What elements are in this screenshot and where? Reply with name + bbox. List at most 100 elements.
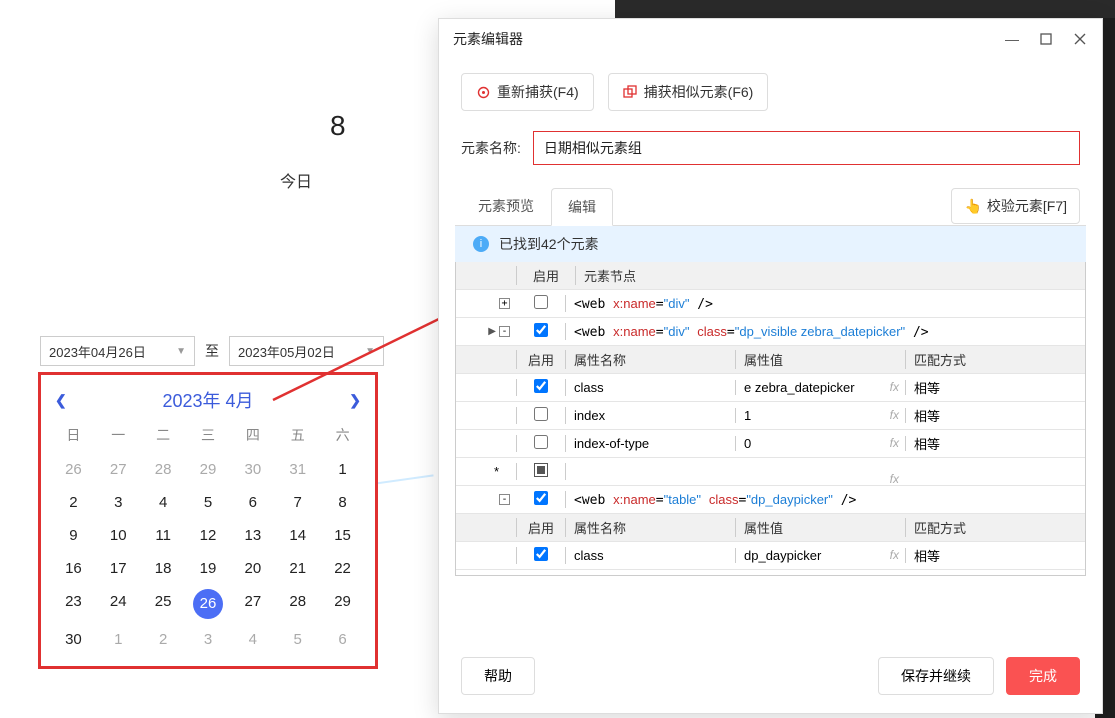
- caret-down-icon: ▼: [365, 346, 375, 357]
- expander-icon[interactable]: +: [499, 298, 510, 309]
- fx-icon[interactable]: fx: [890, 472, 899, 486]
- maximize-button[interactable]: [1038, 31, 1054, 47]
- attr-row[interactable]: classe zebra_datepickerfx相等: [456, 374, 1085, 402]
- calendar-day[interactable]: 19: [186, 552, 231, 585]
- calendar-day[interactable]: 21: [275, 552, 320, 585]
- close-button[interactable]: [1072, 31, 1088, 47]
- window-controls: —: [1004, 31, 1088, 47]
- fx-icon[interactable]: fx: [890, 548, 899, 562]
- tab-edit[interactable]: 编辑: [551, 188, 613, 226]
- calendar-day[interactable]: 20: [230, 552, 275, 585]
- fx-icon[interactable]: fx: [890, 436, 899, 450]
- fx-icon[interactable]: fx: [890, 408, 899, 422]
- calendar-day[interactable]: 1: [320, 453, 365, 486]
- calendar-day[interactable]: 12: [186, 519, 231, 552]
- calendar-title: 2023年 4月: [162, 387, 253, 413]
- node-enable-checkbox[interactable]: [534, 323, 548, 337]
- calendar-day[interactable]: 25: [141, 585, 186, 623]
- capture-similar-button[interactable]: 捕获相似元素(F6): [608, 73, 769, 111]
- attr-enable-checkbox[interactable]: [534, 407, 548, 421]
- calendar-weekday: 一: [96, 417, 141, 453]
- calendar-day[interactable]: 30: [51, 623, 96, 656]
- calendar-day[interactable]: 28: [275, 585, 320, 623]
- calendar-day[interactable]: 4: [141, 486, 186, 519]
- date-from-input[interactable]: 2023年04月26日 ▼: [40, 336, 195, 366]
- calendar-day[interactable]: 3: [186, 623, 231, 656]
- expander-icon[interactable]: -: [499, 494, 510, 505]
- calendar-day[interactable]: 31: [275, 453, 320, 486]
- calendar-day[interactable]: 22: [320, 552, 365, 585]
- attr-row[interactable]: classdp_daypickerfx相等: [456, 542, 1085, 570]
- attr-enable-checkbox[interactable]: [534, 379, 548, 393]
- element-name-input[interactable]: [533, 131, 1080, 165]
- verify-element-button[interactable]: 👆 校验元素[F7]: [951, 188, 1080, 224]
- attr-enable-checkbox[interactable]: [534, 547, 548, 561]
- calendar-day[interactable]: 26: [51, 453, 96, 486]
- calendar-day[interactable]: 27: [230, 585, 275, 623]
- expander-icon[interactable]: -: [499, 326, 510, 337]
- calendar-day[interactable]: 15: [320, 519, 365, 552]
- calendar-weekday: 二: [141, 417, 186, 453]
- tab-preview[interactable]: 元素预览: [461, 187, 551, 225]
- calendar-day[interactable]: 24: [96, 585, 141, 623]
- calendar-day[interactable]: 7: [275, 486, 320, 519]
- calendar-day[interactable]: 27: [96, 453, 141, 486]
- node-enable-checkbox[interactable]: [534, 491, 548, 505]
- recapture-button[interactable]: 重新捕获(F4): [461, 73, 594, 111]
- tree-node-row[interactable]: -<web x:name="table" class="dp_daypicker…: [456, 486, 1085, 514]
- calendar-day[interactable]: 29: [186, 453, 231, 486]
- calendar-day[interactable]: 10: [96, 519, 141, 552]
- calendar-day[interactable]: 1: [96, 623, 141, 656]
- tree-node-row[interactable]: +<web x:name="div" />: [456, 290, 1085, 318]
- tabs-row: 元素预览 编辑 👆 校验元素[F7]: [439, 175, 1102, 225]
- calendar-panel: ❮ 2023年 4月 ❯ 日一二三四五六26272829303112345678…: [38, 372, 378, 669]
- element-editor-window: 元素编辑器 — 重新捕获(F4) 捕获相似元素(F6) 元素名称:: [438, 18, 1103, 714]
- attr-enable-checkbox-indeterminate[interactable]: [534, 463, 548, 477]
- node-enable-checkbox[interactable]: [534, 295, 548, 309]
- calendar-day[interactable]: 30: [230, 453, 275, 486]
- calendar-day[interactable]: 11: [141, 519, 186, 552]
- calendar-day[interactable]: 6: [320, 623, 365, 656]
- tree-node-row[interactable]: ▶ -<web x:name="div" class="dp_visible z…: [456, 318, 1085, 346]
- calendar-grid: 日一二三四五六262728293031123456789101112131415…: [51, 417, 365, 656]
- attr-row[interactable]: *fx: [456, 458, 1085, 486]
- calendar-day[interactable]: 26: [193, 589, 223, 619]
- calendar-day[interactable]: 29: [320, 585, 365, 623]
- fx-icon[interactable]: fx: [890, 380, 899, 394]
- calendar-day[interactable]: 2: [51, 486, 96, 519]
- calendar-day[interactable]: 17: [96, 552, 141, 585]
- attr-match: 相等: [906, 378, 1085, 397]
- calendar-day[interactable]: 4: [230, 623, 275, 656]
- calendar-day[interactable]: 5: [275, 623, 320, 656]
- attr-hdr-value: 属性值: [736, 518, 906, 537]
- calendar-day[interactable]: 28: [141, 453, 186, 486]
- attr-enable-checkbox[interactable]: [534, 435, 548, 449]
- minimize-button[interactable]: —: [1004, 31, 1020, 47]
- attr-hdr-enable: 启用: [516, 518, 566, 537]
- attr-row[interactable]: index-of-type0fx相等: [456, 430, 1085, 458]
- calendar-day[interactable]: 8: [320, 486, 365, 519]
- calendar-day[interactable]: 2: [141, 623, 186, 656]
- calendar-day[interactable]: 16: [51, 552, 96, 585]
- attr-match: 相等: [906, 546, 1085, 565]
- calendar-day[interactable]: 13: [230, 519, 275, 552]
- calendar-day[interactable]: 6: [230, 486, 275, 519]
- calendar-day[interactable]: 3: [96, 486, 141, 519]
- calendar-prev-button[interactable]: ❮: [51, 392, 71, 409]
- calendar-day[interactable]: 5: [186, 486, 231, 519]
- calendar-day[interactable]: 9: [51, 519, 96, 552]
- toolbar: 重新捕获(F4) 捕获相似元素(F6): [439, 59, 1102, 121]
- attr-hdr-enable: 启用: [516, 350, 566, 369]
- calendar-next-button[interactable]: ❯: [345, 392, 365, 409]
- calendar-day[interactable]: 14: [275, 519, 320, 552]
- date-to-input[interactable]: 2023年05月02日 ▼: [229, 336, 384, 366]
- node-code: <web x:name="div" class="dp_visible zebr…: [566, 324, 1085, 340]
- element-tree: 启用 元素节点 +<web x:name="div" />▶ -<web x:n…: [455, 262, 1086, 576]
- attr-row[interactable]: index1fx相等: [456, 402, 1085, 430]
- attr-value: e zebra_datepickerfx: [736, 380, 906, 395]
- help-button[interactable]: 帮助: [461, 657, 535, 695]
- save-continue-button[interactable]: 保存并继续: [878, 657, 994, 695]
- calendar-day[interactable]: 23: [51, 585, 96, 623]
- done-button[interactable]: 完成: [1006, 657, 1080, 695]
- calendar-day[interactable]: 18: [141, 552, 186, 585]
